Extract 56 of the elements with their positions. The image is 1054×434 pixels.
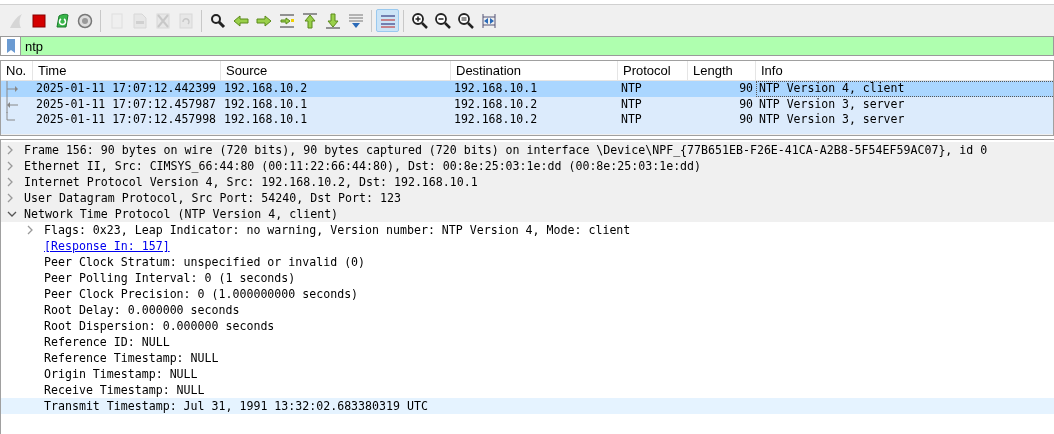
zoom-out-icon	[433, 11, 452, 30]
go-to-packet-icon	[277, 11, 296, 30]
search-icon	[208, 11, 227, 30]
column-header[interactable]: Info	[761, 61, 783, 81]
zoom-normal-icon	[456, 11, 475, 30]
colorize-button[interactable]	[376, 9, 399, 32]
table-cell: NTP Version 3, server	[759, 111, 905, 129]
table-cell: 2025-01-11 17:07:12.442399	[36, 80, 216, 98]
table-cell: NTP	[621, 111, 642, 129]
tree-item[interactable]: Reference ID: NULL	[41, 334, 170, 350]
column-header[interactable]: Destination	[456, 61, 522, 81]
table-cell: NTP Version 4, client	[759, 80, 905, 98]
table-cell: 192.168.10.1	[224, 111, 308, 129]
file-icon	[130, 11, 149, 30]
filter-field[interactable]: ntp	[21, 36, 1054, 56]
tree-item[interactable]: Flags: 0x23, Leap Indicator: no warning, Version number: NTP Version 4, Mode: client	[41, 222, 631, 238]
column-header[interactable]: Length	[693, 61, 733, 81]
column-header[interactable]: Source	[226, 61, 268, 81]
table-cell: 2025-01-11 17:07:12.457998	[36, 111, 216, 129]
response-link[interactable]: [Response In: 157]	[41, 238, 170, 254]
table-cell: NTP	[621, 95, 642, 113]
up-arrow-icon	[300, 11, 319, 30]
table-cell: 192.168.10.1	[224, 95, 308, 113]
table-cell: 192.168.10.2	[454, 95, 538, 113]
stop-icon	[29, 11, 48, 30]
column-header[interactable]: Protocol	[623, 61, 671, 81]
table-cell: 90	[739, 111, 753, 129]
tree-item[interactable]: Root Dispersion: 0.000000 seconds	[41, 318, 275, 334]
packet-row[interactable]: 2025-01-11 17:07:12.442399 192.168.10.2 192.168.10.1 NTP 90 NTP Version 4, client	[1, 81, 1053, 97]
table-cell: 192.168.10.2	[454, 111, 538, 129]
table-cell: NTP Version 3, server	[759, 95, 905, 113]
tree-item[interactable]: Origin Timestamp: NULL	[41, 366, 198, 382]
table-cell: 192.168.10.1	[454, 80, 538, 98]
close-file-icon	[153, 11, 172, 30]
tree-item[interactable]: Peer Clock Precision: 0 (1.000000000 seconds)	[41, 286, 359, 302]
tree-item[interactable]: Peer Polling Interval: 0 (1 seconds)	[41, 270, 296, 286]
table-cell: 90	[739, 80, 753, 98]
table-cell: 2025-01-11 17:07:12.457987	[36, 95, 216, 113]
reload-file-icon	[176, 11, 195, 30]
table-cell: NTP	[621, 80, 642, 98]
zoom-in-icon	[410, 11, 429, 30]
table-cell: 90	[739, 95, 753, 113]
tree-item[interactable]: Peer Clock Stratum: unspecified or invalid (0)	[41, 254, 366, 270]
tree-item[interactable]: Reference Timestamp: NULL	[41, 350, 219, 366]
settings-icon	[75, 11, 94, 30]
tree-item[interactable]: Receive Timestamp: NULL	[41, 382, 205, 398]
bookmark-button[interactable]	[0, 36, 21, 56]
packet-row[interactable]: 2025-01-11 17:07:12.457998 192.168.10.1 192.168.10.2 NTP 90 NTP Version 3, server	[1, 112, 1053, 128]
column-header[interactable]: No.	[6, 61, 27, 81]
down-arrow-icon	[323, 11, 342, 30]
column-header[interactable]: Time	[38, 61, 67, 81]
tree-item[interactable]: Root Delay: 0.000000 seconds	[41, 302, 240, 318]
resize-columns-icon	[479, 11, 498, 30]
autoscroll-icon	[346, 11, 365, 30]
bookmark-icon	[6, 39, 15, 53]
table-cell: 192.168.10.2	[224, 80, 308, 98]
